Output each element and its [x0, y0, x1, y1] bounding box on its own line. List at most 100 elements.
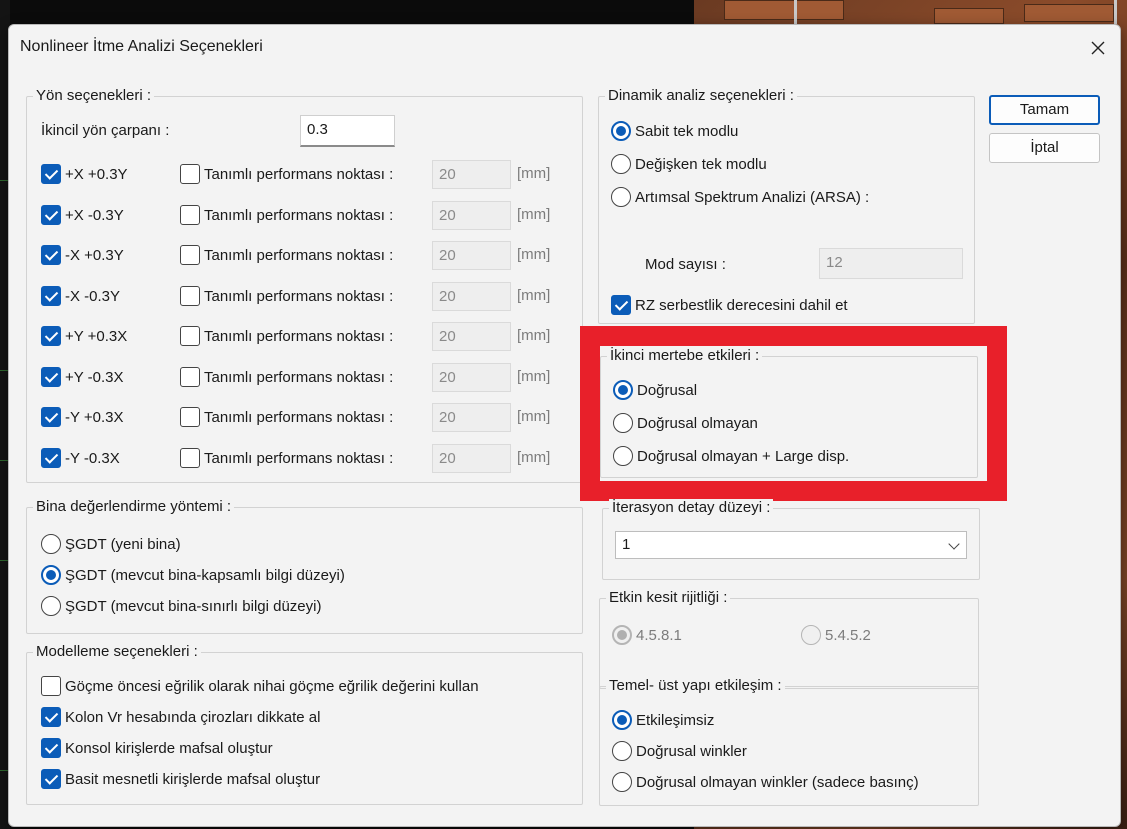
dynamic-analysis-group: Dinamik analiz seçenekleri : Sabit tek m…	[598, 87, 975, 344]
unit-label: [mm]	[517, 205, 551, 223]
chevron-down-icon	[948, 538, 960, 550]
performance-point-input[interactable]: 20	[432, 403, 511, 432]
modeling-option-label: Kolon Vr hesabında çirozları dikkate al	[65, 709, 321, 726]
foundation-interaction-group: Temel- üst yapı etkileşim : Etkileşimsiz…	[599, 677, 979, 806]
direction-checkbox[interactable]	[41, 285, 61, 306]
performance-point-input[interactable]: 20	[432, 200, 511, 230]
cancel-button[interactable]: İptal	[989, 133, 1100, 163]
modeling-option-checkbox[interactable]	[41, 769, 61, 789]
ok-button[interactable]: Tamam	[989, 95, 1100, 125]
dynamic-option-label: Değişken tek modlu	[635, 156, 767, 173]
performance-point-input[interactable]: 20	[432, 241, 511, 270]
performance-point-checkbox[interactable]	[180, 366, 200, 387]
performance-point-input[interactable]: 20	[432, 362, 511, 392]
foundation-option-label: Doğrusal winkler	[636, 743, 747, 760]
evaluation-option-radio[interactable]	[41, 596, 61, 616]
iteration-detail-group: İterasyon detay düzeyi : 1	[602, 499, 980, 580]
evaluation-option-label: ŞGDT (mevcut bina-sınırlı bilgi düzeyi)	[65, 598, 322, 615]
direction-checkbox[interactable]	[41, 366, 61, 387]
direction-checkbox[interactable]	[41, 204, 61, 225]
close-icon	[1091, 41, 1105, 55]
dynamic-option-radio[interactable]	[611, 154, 631, 174]
performance-point-label: Tanımlı performans noktası :	[204, 166, 394, 183]
direction-label: +X -0.3Y	[65, 206, 124, 224]
performance-point-input[interactable]: 20	[432, 443, 511, 473]
rz-dof-label: RZ serbestlik derecesini dahil et	[635, 297, 848, 314]
foundation-option-label: Doğrusal olmayan winkler (sadece basınç)	[636, 774, 919, 791]
unit-label: [mm]	[517, 367, 551, 385]
rz-dof-checkbox[interactable]	[611, 295, 631, 315]
performance-point-input[interactable]: 20	[432, 322, 511, 351]
red-highlight-frame	[580, 326, 1007, 501]
performance-point-label: Tanımlı performans noktası :	[204, 328, 394, 345]
direction-checkbox[interactable]	[41, 407, 61, 427]
direction-checkbox[interactable]	[41, 326, 61, 346]
direction-label: -Y -0.3X	[65, 449, 120, 467]
nonlinear-pushover-dialog: Nonlineer İtme Analizi Seçenekleri Yön s…	[8, 24, 1121, 827]
performance-point-checkbox[interactable]	[180, 407, 200, 427]
evaluation-option-radio[interactable]	[41, 534, 61, 554]
performance-point-label: Tanımlı performans noktası :	[204, 206, 394, 224]
direction-label: +X +0.3Y	[65, 166, 128, 183]
dynamic-analysis-title: Dinamik analiz seçenekleri :	[605, 87, 797, 104]
performance-point-label: Tanımlı performans noktası :	[204, 247, 394, 264]
direction-label: +Y -0.3X	[65, 368, 124, 386]
foundation-option-label: Etkileşimsiz	[636, 712, 715, 729]
direction-label: +Y +0.3X	[65, 328, 128, 345]
mode-count-label: Mod sayısı :	[645, 256, 726, 273]
performance-point-checkbox[interactable]	[180, 164, 200, 184]
mode-count-input[interactable]: 12	[819, 248, 963, 279]
performance-point-checkbox[interactable]	[180, 204, 200, 225]
effective-stiffness-group: Etkin kesit rijitliği : 4.5.8.1 5.4.5.2	[599, 589, 979, 689]
performance-point-checkbox[interactable]	[180, 326, 200, 346]
title-bar: Nonlineer İtme Analizi Seçenekleri	[9, 25, 1120, 69]
iteration-detail-title: İterasyon detay düzeyi :	[609, 499, 774, 516]
close-button[interactable]	[1081, 33, 1115, 63]
unit-label: [mm]	[517, 165, 551, 182]
performance-point-checkbox[interactable]	[180, 245, 200, 265]
direction-checkbox[interactable]	[41, 245, 61, 265]
unit-label: [mm]	[517, 448, 551, 466]
unit-label: [mm]	[517, 286, 551, 304]
unit-label: [mm]	[517, 327, 551, 344]
modeling-option-checkbox[interactable]	[41, 738, 61, 758]
modeling-option-label: Basit mesnetli kirişlerde mafsal oluştur	[65, 771, 321, 788]
performance-point-label: Tanımlı performans noktası :	[204, 287, 394, 305]
evaluation-option-radio[interactable]	[41, 565, 61, 585]
direction-checkbox[interactable]	[41, 164, 61, 184]
foundation-option-radio[interactable]	[612, 710, 632, 730]
modeling-option-checkbox[interactable]	[41, 676, 61, 696]
performance-point-checkbox[interactable]	[180, 285, 200, 306]
stiffness-option-radio[interactable]	[612, 625, 632, 645]
stiffness-option-radio[interactable]	[801, 625, 821, 645]
unit-label: [mm]	[517, 246, 551, 263]
iteration-detail-select[interactable]: 1	[615, 531, 967, 559]
direction-checkbox[interactable]	[41, 447, 61, 468]
performance-point-input[interactable]: 20	[432, 160, 511, 189]
dynamic-option-label: Sabit tek modlu	[635, 123, 739, 140]
modeling-option-label: Konsol kirişlerde mafsal oluştur	[65, 740, 273, 757]
dynamic-option-label: Artımsal Spektrum Analizi (ARSA) :	[635, 189, 870, 206]
evaluation-method-group: Bina değerlendirme yöntemi : ŞGDT (yeni …	[26, 498, 583, 634]
foundation-interaction-title: Temel- üst yapı etkileşim :	[606, 677, 785, 694]
stiffness-option-label: 4.5.8.1	[636, 627, 682, 644]
modeling-options-title: Modelleme seçenekleri :	[33, 643, 201, 660]
performance-point-checkbox[interactable]	[180, 447, 200, 468]
dialog-body: Yön seçenekleri : İkincil yön çarpanı : …	[9, 69, 1120, 828]
direction-options-group: Yön seçenekleri : İkincil yön çarpanı : …	[26, 87, 583, 483]
stiffness-option-label: 5.4.5.2	[825, 627, 871, 644]
performance-point-label: Tanımlı performans noktası :	[204, 368, 394, 386]
performance-point-input[interactable]: 20	[432, 281, 511, 311]
dynamic-option-radio[interactable]	[611, 187, 631, 207]
dynamic-option-radio[interactable]	[611, 121, 631, 141]
evaluation-option-label: ŞGDT (mevcut bina-kapsamlı bilgi düzeyi)	[65, 567, 345, 584]
performance-point-label: Tanımlı performans noktası :	[204, 409, 394, 426]
effective-stiffness-title: Etkin kesit rijitliği :	[606, 589, 731, 606]
foundation-option-radio[interactable]	[612, 741, 632, 761]
foundation-option-radio[interactable]	[612, 772, 632, 792]
direction-label: -Y +0.3X	[65, 409, 124, 426]
modeling-option-checkbox[interactable]	[41, 707, 61, 727]
multiplier-input[interactable]: 0.3	[300, 115, 395, 147]
dialog-title: Nonlineer İtme Analizi Seçenekleri	[20, 38, 263, 55]
direction-label: -X +0.3Y	[65, 247, 124, 264]
